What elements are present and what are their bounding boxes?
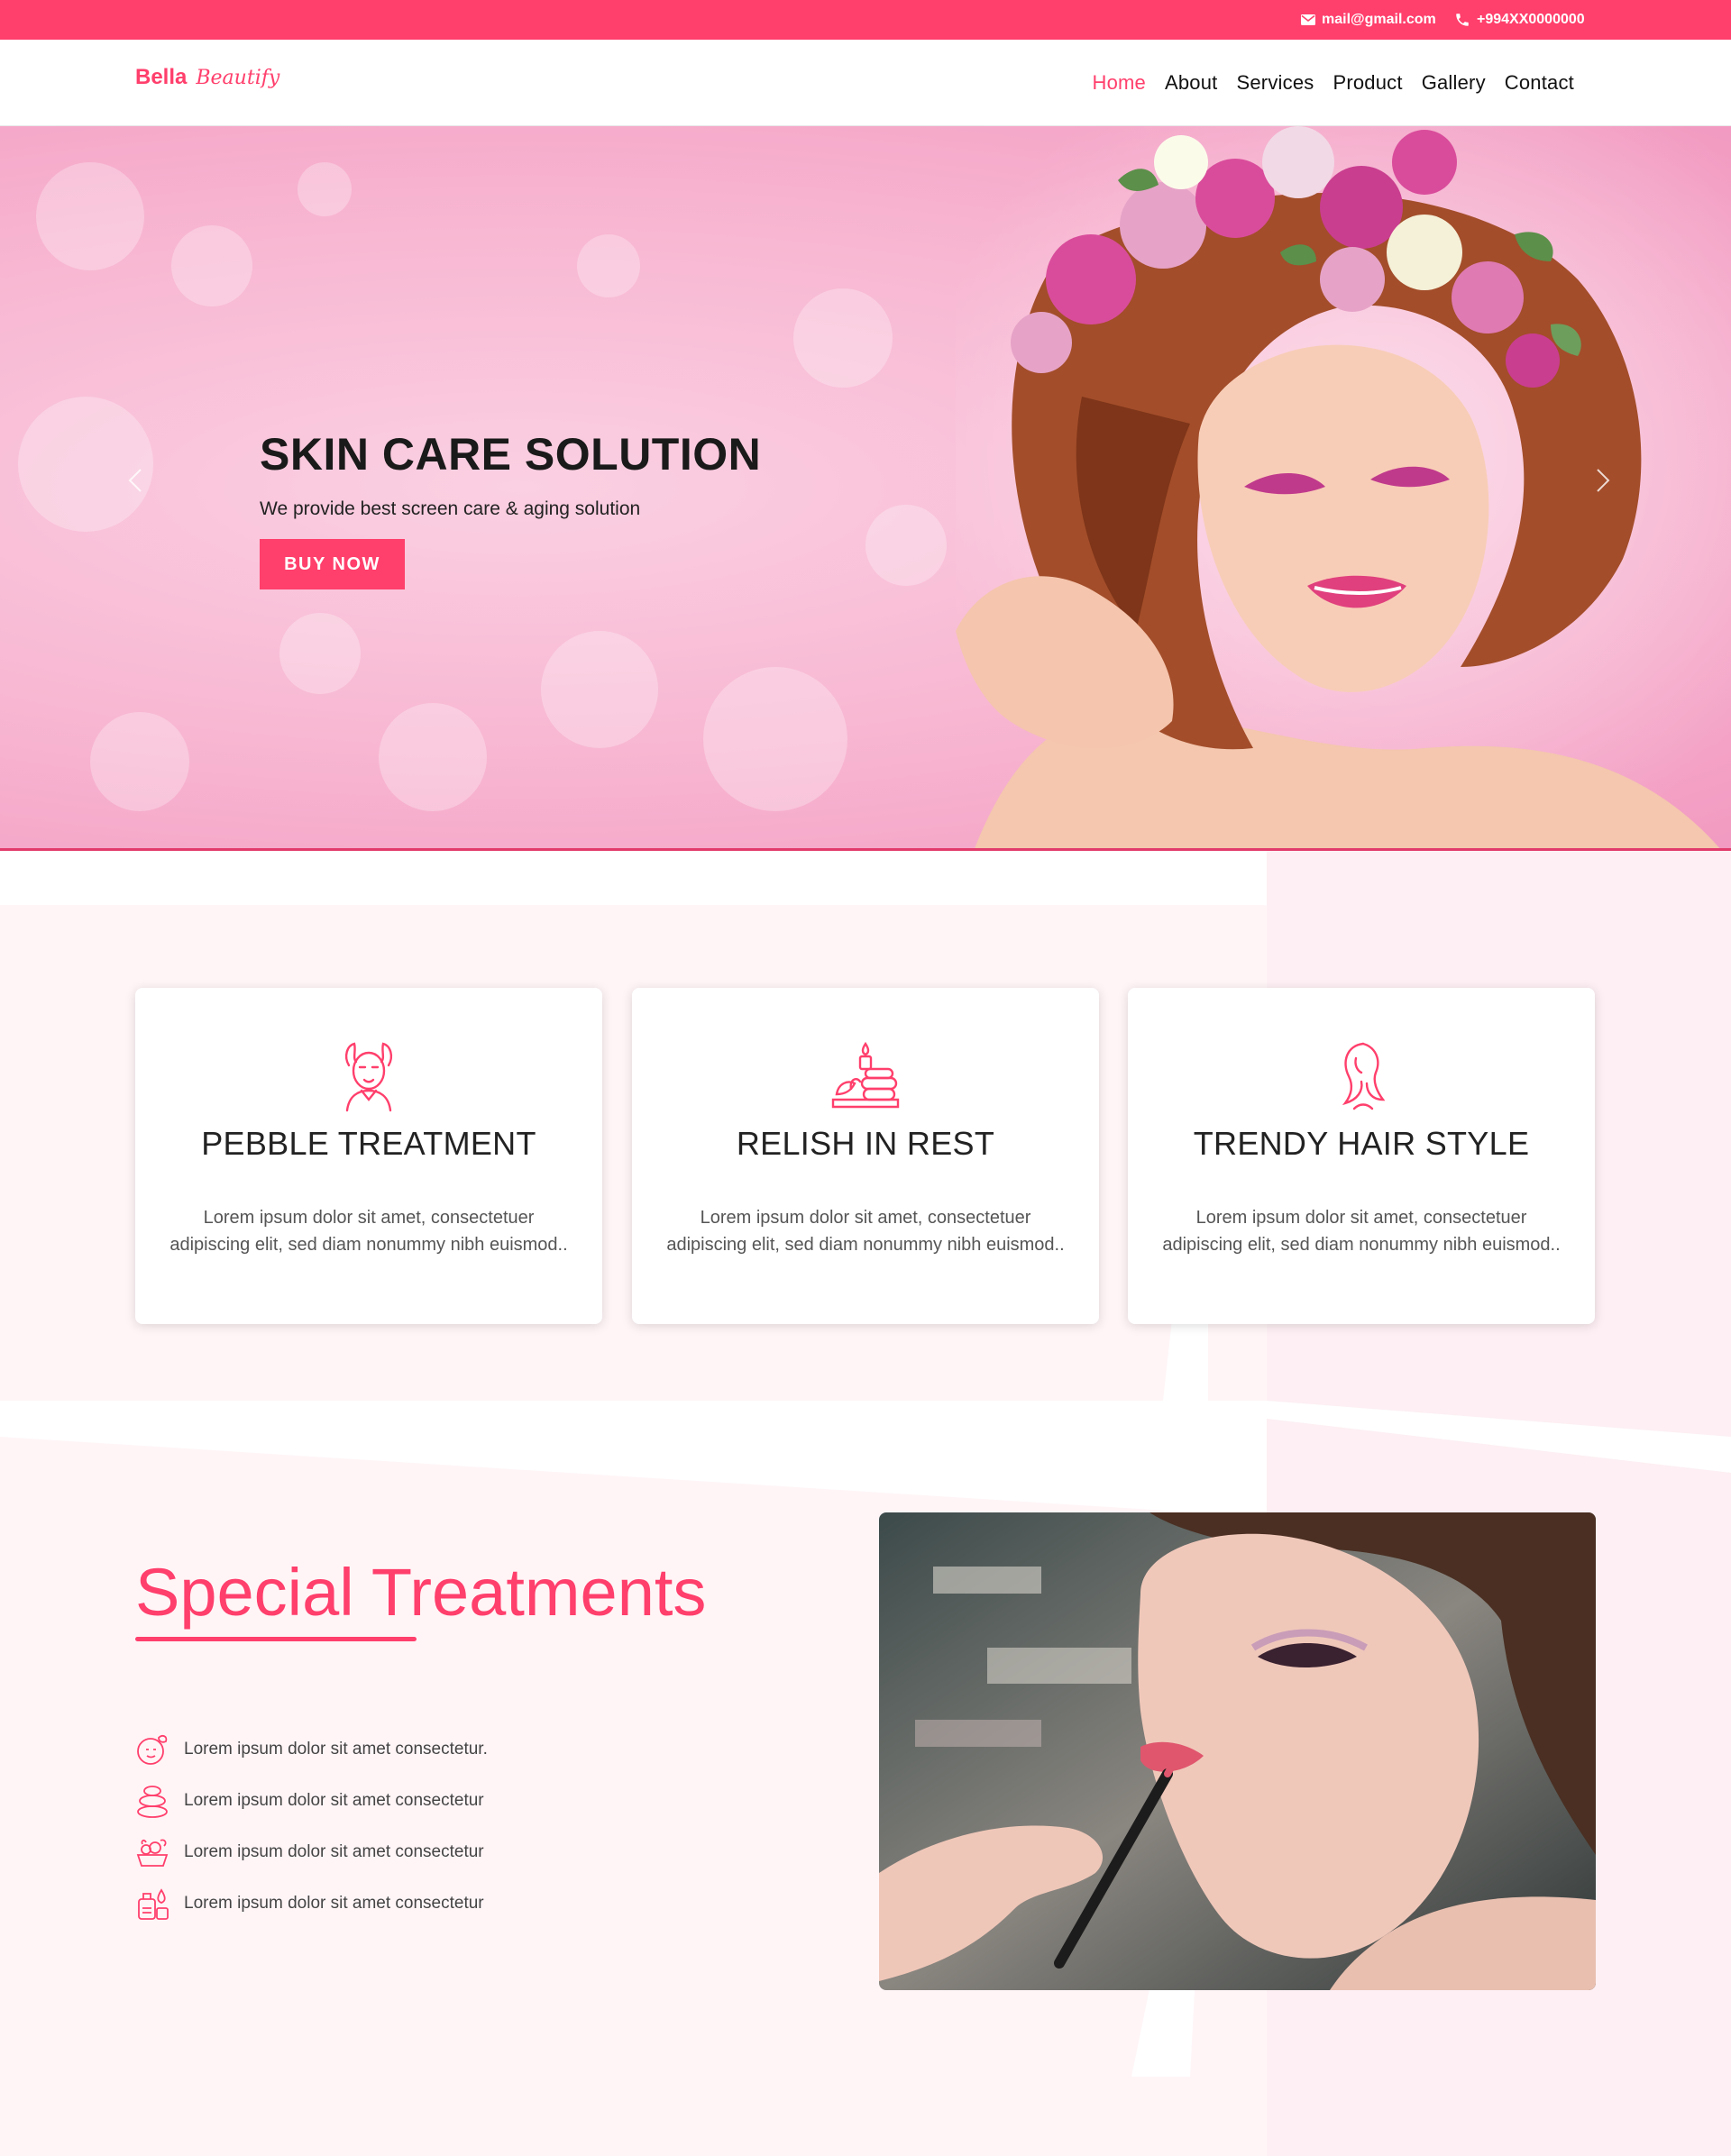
service-card-relish[interactable]: RELISH IN REST Lorem ipsum dolor sit ame…: [632, 988, 1099, 1324]
service-card-pebble[interactable]: PEBBLE TREATMENT Lorem ipsum dolor sit a…: [135, 988, 602, 1324]
list-item: Lorem ipsum dolor sit amet consectetur: [135, 1877, 488, 1929]
list-item-text: Lorem ipsum dolor sit amet consectetur: [184, 1790, 484, 1810]
buy-now-button[interactable]: BUY NOW: [260, 539, 405, 589]
treatment-list: Lorem ipsum dolor sit amet consectetur. …: [135, 1723, 488, 1929]
card-title: PEBBLE TREATMENT: [201, 1125, 536, 1162]
list-item: Lorem ipsum dolor sit amet consectetur.: [135, 1723, 488, 1775]
bokeh-circle: [577, 234, 640, 297]
slider-prev-arrow-icon[interactable]: [123, 467, 150, 494]
bokeh-circle: [703, 667, 847, 811]
special-treatments-section: Special Treatments Lorem ipsum dolor sit…: [0, 1401, 1731, 2156]
features-section: PEBBLE TREATMENT Lorem ipsum dolor sit a…: [0, 851, 1731, 1401]
bokeh-circle: [541, 631, 658, 748]
bokeh-circle: [36, 162, 144, 270]
hero-text-block: SKIN CARE SOLUTION We provide best scree…: [260, 428, 761, 520]
envelope-icon: [1301, 14, 1315, 25]
bokeh-circle: [298, 162, 352, 216]
cosmetics-bottle-icon: [138, 1887, 169, 1920]
card-title: RELISH IN REST: [736, 1125, 995, 1162]
bokeh-circle: [793, 288, 893, 388]
list-item-text: Lorem ipsum dolor sit amet consectetur.: [184, 1739, 488, 1759]
nav-item-services[interactable]: Services: [1237, 71, 1314, 95]
nav-item-product[interactable]: Product: [1333, 71, 1402, 95]
phone-contact[interactable]: +994XX0000000: [1454, 0, 1585, 40]
email-contact[interactable]: mail@gmail.com: [1301, 0, 1436, 40]
nav-item-contact[interactable]: Contact: [1505, 71, 1574, 95]
list-item-text: Lorem ipsum dolor sit amet consectetur: [184, 1893, 484, 1913]
card-text: Lorem ipsum dolor sit amet, consectetuer…: [1162, 1208, 1561, 1255]
list-item: Lorem ipsum dolor sit amet consectetur: [135, 1826, 488, 1877]
hero-subtitle: We provide best screen care & aging solu…: [260, 498, 641, 519]
spa-basket-icon: [136, 1839, 169, 1867]
makeup-artist-photo: [879, 1512, 1596, 1990]
nav-item-about[interactable]: About: [1165, 71, 1218, 95]
stacked-stones-icon: [137, 1785, 168, 1818]
bokeh-circle: [279, 613, 361, 694]
service-card-hair[interactable]: TRENDY HAIR STYLE Lorem ipsum dolor sit …: [1128, 988, 1595, 1324]
card-text: Lorem ipsum dolor sit amet, consectetuer…: [666, 1208, 1065, 1255]
slider-next-arrow-icon[interactable]: [1589, 467, 1616, 494]
logo-bold-text: Bella: [135, 65, 188, 89]
bokeh-circle: [379, 703, 487, 811]
nav-item-home[interactable]: Home: [1093, 71, 1147, 95]
face-leaf-icon: [137, 1734, 168, 1765]
nav-menu: Home About Services Product Gallery Cont…: [1093, 40, 1575, 126]
spa-stones-candle-icon: [831, 1041, 900, 1109]
main-navbar: Bella Beautify Home About Services Produ…: [0, 40, 1731, 126]
card-title: TRENDY HAIR STYLE: [1193, 1125, 1530, 1162]
hero-title: SKIN CARE SOLUTION: [260, 429, 762, 480]
phone-text: +994XX0000000: [1477, 12, 1585, 27]
bokeh-circle: [90, 712, 189, 811]
phone-icon: [1456, 14, 1469, 26]
bokeh-circle: [18, 397, 153, 532]
bokeh-circle: [171, 225, 252, 306]
card-text: Lorem ipsum dolor sit amet, consectetuer…: [169, 1208, 568, 1255]
list-item-text: Lorem ipsum dolor sit amet consectetur: [184, 1841, 484, 1861]
nav-item-gallery[interactable]: Gallery: [1422, 71, 1486, 95]
title-underline: [135, 1637, 417, 1641]
logo-script-text: Beautify: [196, 67, 280, 89]
face-mask-icon: [344, 1042, 393, 1112]
email-text: mail@gmail.com: [1322, 12, 1436, 27]
brand-logo[interactable]: Bella Beautify: [135, 65, 279, 90]
hero-slider: SKIN CARE SOLUTION We provide best scree…: [0, 126, 1731, 851]
list-item: Lorem ipsum dolor sit amet consectetur: [135, 1775, 488, 1826]
top-bar: mail@gmail.com +994XX0000000: [0, 0, 1731, 40]
bokeh-circle: [866, 505, 947, 586]
special-title: Special Treatments: [135, 1555, 707, 1630]
hair-style-icon: [1342, 1042, 1386, 1110]
